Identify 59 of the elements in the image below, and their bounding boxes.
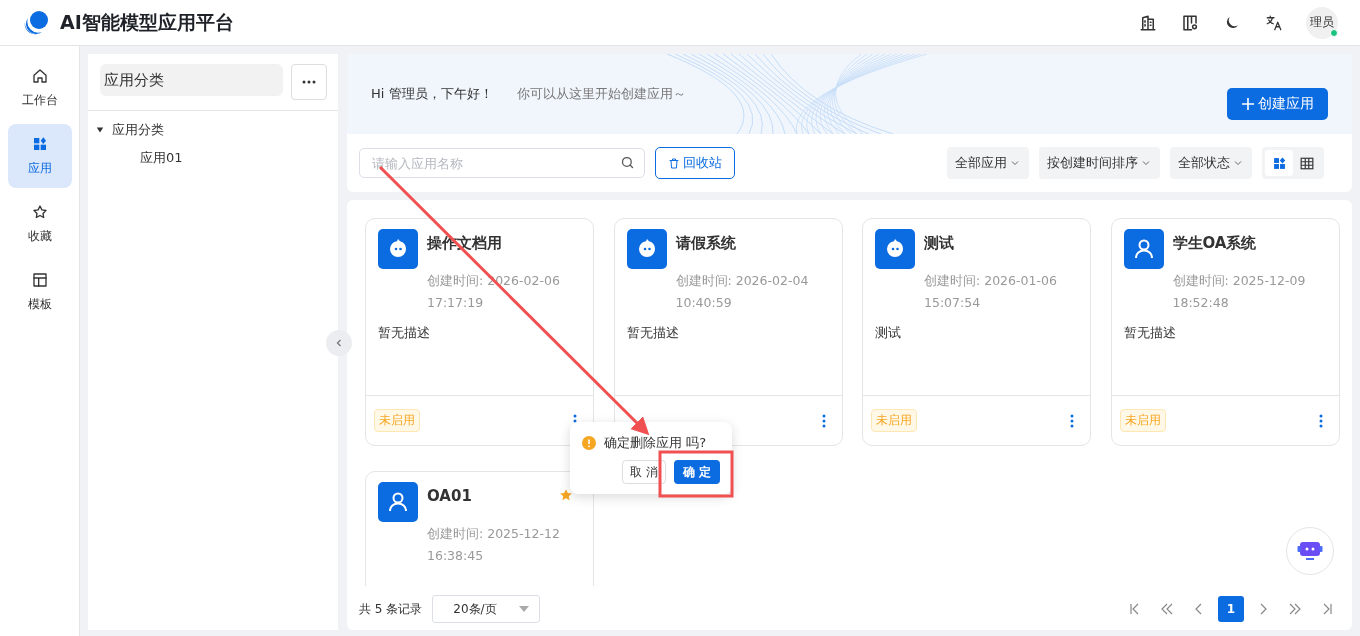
app-card[interactable]: OA01 创建时间: 2025-12-12 16:38:45 xyxy=(365,471,594,586)
app-description: 暂无描述 xyxy=(378,324,431,342)
created-time: 创建时间: 2026-02-04 10:40:59 xyxy=(675,272,810,312)
home-icon xyxy=(31,67,48,84)
app-name: 请假系统 xyxy=(675,234,736,253)
total-records: 共 5 条记录 xyxy=(359,600,423,618)
banner-subtitle: 你可以从这里开始创建应用～ xyxy=(516,85,686,103)
recycle-bin-button[interactable]: 回收站 xyxy=(655,147,735,179)
confirm-button[interactable]: 确 定 xyxy=(673,460,720,484)
robot-chat-icon xyxy=(1297,539,1323,563)
app-name: 测试 xyxy=(924,234,954,253)
favorite-star-icon[interactable] xyxy=(559,488,573,502)
cancel-button[interactable]: 取 消 xyxy=(622,460,666,484)
template-icon xyxy=(31,271,48,288)
app-description: 暂无描述 xyxy=(1123,324,1177,342)
nav-item[interactable]: 应用 xyxy=(7,124,72,188)
category-title: 应用分类 xyxy=(100,64,283,96)
app-name: 学生OA系统 xyxy=(1172,234,1257,253)
greeting-text: Hi 管理员，下午好！ xyxy=(371,85,493,103)
page-size-select[interactable]: 20条/页 xyxy=(432,595,541,623)
warning-icon xyxy=(582,436,596,450)
status-tag: 未启用 xyxy=(1119,409,1166,432)
filter-dropdown[interactable]: 按创建时间排序 xyxy=(1039,147,1160,179)
view-toggle[interactable] xyxy=(1265,150,1293,176)
apps-icon xyxy=(31,135,48,152)
chevron-left-icon xyxy=(335,338,343,348)
nav-item[interactable]: 模板 xyxy=(7,260,72,324)
nav-item[interactable]: 工作台 xyxy=(7,56,72,120)
filter-dropdown[interactable]: 全部状态 xyxy=(1170,147,1252,179)
app-description: 暂无描述 xyxy=(626,324,680,342)
caret-down-icon xyxy=(519,606,530,612)
created-time: 创建时间: 2025-12-12 16:38:45 xyxy=(427,525,561,565)
status-tag: 未启用 xyxy=(374,409,420,432)
more-menu-icon[interactable] xyxy=(1068,412,1076,429)
status-tag: 未启用 xyxy=(871,409,917,432)
page-number[interactable]: 1 xyxy=(1218,596,1244,622)
search-icon xyxy=(620,155,635,170)
ellipsis-icon xyxy=(302,80,316,84)
star-icon xyxy=(31,203,48,220)
app-description: 测试 xyxy=(875,324,902,342)
logo-icon xyxy=(22,9,50,36)
tree-item[interactable]: 应用01 xyxy=(140,149,183,167)
plus-icon xyxy=(1241,97,1255,111)
nav-item[interactable]: 收藏 xyxy=(7,192,72,256)
app-card[interactable]: 测试 创建时间: 2026-01-06 15:07:54 测试 未启用 xyxy=(862,218,1091,446)
filter-dropdown[interactable]: 全部应用 xyxy=(947,147,1029,179)
user-avatar[interactable]: 理员 xyxy=(1306,6,1338,39)
created-time: 创建时间: 2025-12-09 18:52:48 xyxy=(1172,272,1307,312)
created-time: 创建时间: 2026-01-06 15:07:54 xyxy=(924,272,1058,312)
app-card[interactable]: 学生OA系统 创建时间: 2025-12-09 18:52:48 暂无描述 未启用 xyxy=(1110,218,1340,446)
app-title: AI智能模型应用平台 xyxy=(60,9,234,35)
table-view-icon xyxy=(1300,156,1314,170)
user-icon xyxy=(386,490,410,514)
caret-down-icon[interactable] xyxy=(96,126,104,134)
create-app-button[interactable]: 创建应用 xyxy=(1227,88,1328,120)
grid-view-icon xyxy=(1272,156,1286,170)
tree-item[interactable]: 应用分类 xyxy=(112,121,164,139)
trash-icon xyxy=(668,156,680,170)
app-name: OA01 xyxy=(427,487,472,505)
